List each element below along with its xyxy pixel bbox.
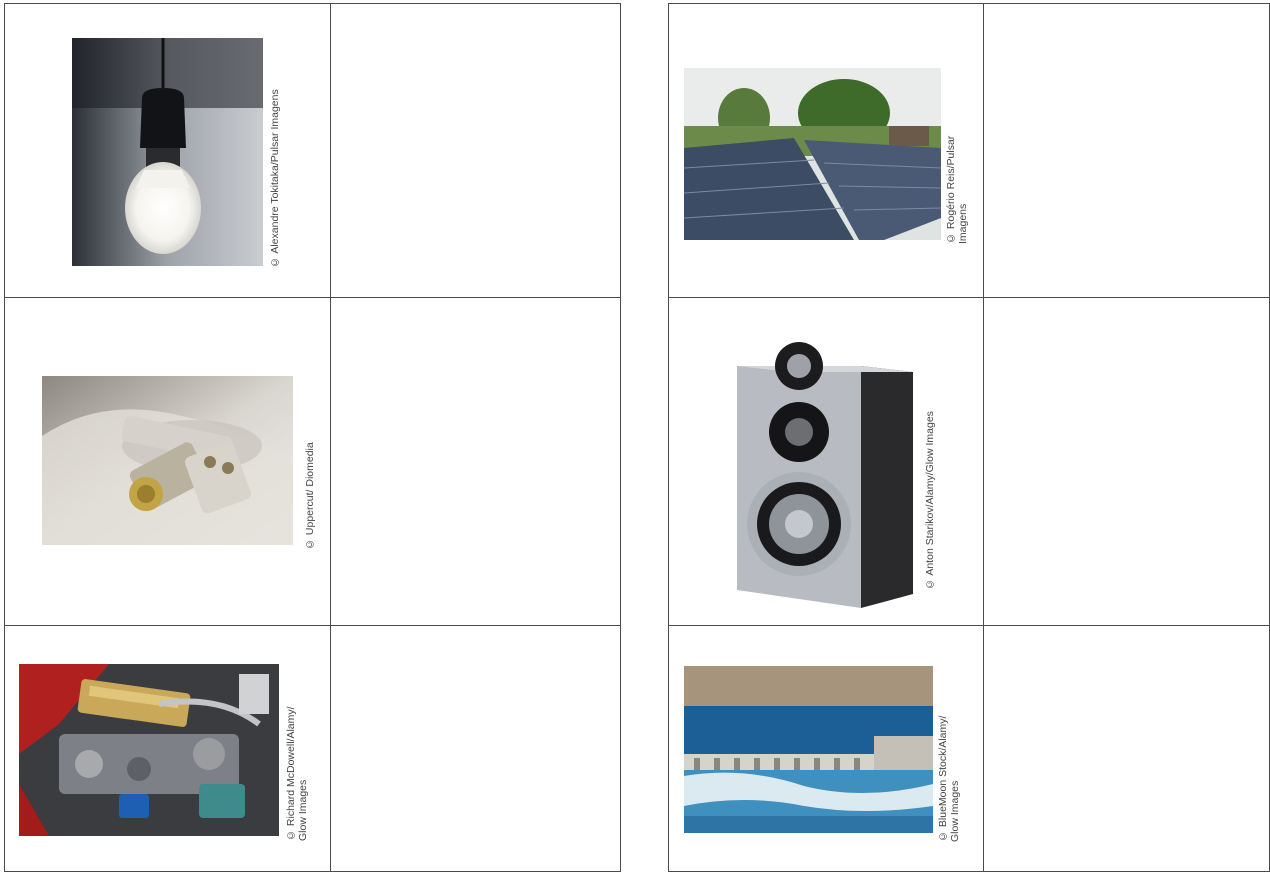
table-row: © Alexandre Tokitaka/Pulsar Imagens [4, 3, 621, 298]
photo-credit: © BlueMoon Stock/Alamy/ Glow Images [937, 715, 961, 842]
answer-cell[interactable] [330, 3, 621, 298]
left-activity-table: © Alexandre Tokitaka/Pulsar Imagens © Up… [4, 3, 621, 872]
table-row: © Anton Starikov/Alamy/Glow Images [667, 297, 1270, 626]
photo-cell-light-bulb: © Alexandre Tokitaka/Pulsar Imagens [4, 3, 331, 298]
answer-cell[interactable] [983, 625, 1270, 872]
answer-cell[interactable] [983, 297, 1270, 626]
speaker-photo [721, 314, 917, 610]
photo-cell-batteries: © Uppercut/ Diomedia [4, 297, 331, 626]
photo-cell-hydroelectric-dam: © BlueMoon Stock/Alamy/ Glow Images [667, 625, 985, 872]
batteries-photo [42, 376, 293, 545]
answer-cell[interactable] [330, 625, 621, 872]
light-bulb-photo [72, 38, 263, 266]
table-row: © Rogério Reis/Pulsar Imagens [667, 3, 1270, 298]
photo-cell-solar-panels: © Rogério Reis/Pulsar Imagens [667, 3, 985, 298]
table-row: © Uppercut/ Diomedia [4, 297, 621, 626]
table-row: © Richard McDowell/Alamy/ Glow Images [4, 625, 621, 872]
table-row: © BlueMoon Stock/Alamy/ Glow Images [667, 625, 1270, 872]
photo-credit: © Rogério Reis/Pulsar Imagens [945, 135, 969, 244]
answer-cell[interactable] [330, 297, 621, 626]
car-engine-photo [19, 664, 279, 836]
right-activity-table: © Rogério Reis/Pulsar Imagens © Anton St… [667, 3, 1270, 872]
photo-cell-car-engine: © Richard McDowell/Alamy/ Glow Images [4, 625, 331, 872]
answer-cell[interactable] [983, 3, 1270, 298]
photo-credit: © Richard McDowell/Alamy/ Glow Images [285, 706, 309, 841]
solar-panels-photo [684, 68, 941, 240]
photo-credit: © Anton Starikov/Alamy/Glow Images [924, 411, 936, 590]
photo-credit: © Alexandre Tokitaka/Pulsar Imagens [269, 89, 281, 268]
hydroelectric-dam-photo [684, 666, 933, 833]
photo-credit: © Uppercut/ Diomedia [304, 442, 316, 550]
photo-cell-speaker: © Anton Starikov/Alamy/Glow Images [667, 297, 985, 626]
